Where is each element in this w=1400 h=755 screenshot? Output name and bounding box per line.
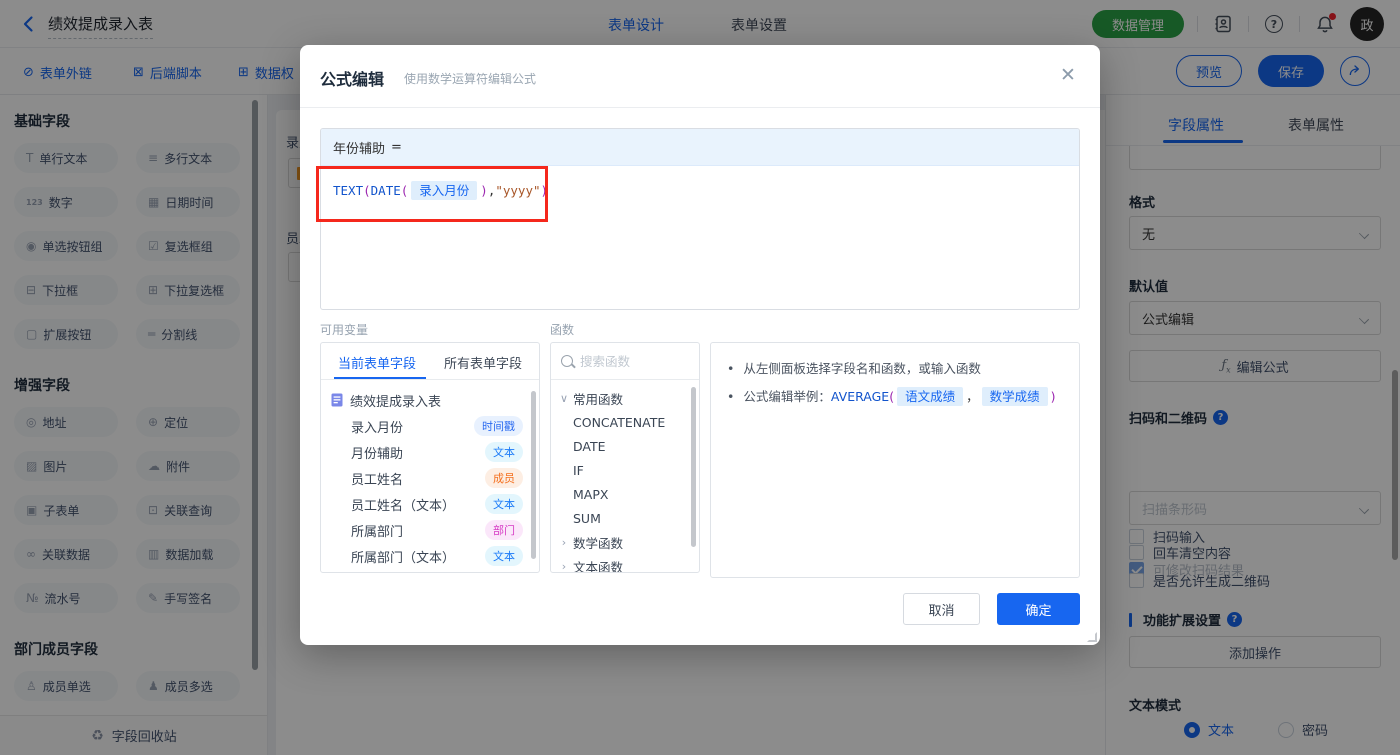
functions-scrollbar[interactable] (691, 387, 696, 547)
function-item[interactable]: IF (551, 458, 699, 482)
functions-label: 函数 (550, 321, 574, 338)
fn-text: TEXT (333, 183, 363, 198)
function-group-math[interactable]: ›数学函数 (551, 530, 699, 554)
tree-root-form[interactable]: 绩效提成录入表 (321, 387, 539, 413)
modal-subtitle: 使用数学运算符编辑公式 (404, 70, 536, 87)
paren: ) (541, 183, 549, 198)
formula-editor[interactable]: 年份辅助 = TEXT(DATE(录入月份),"yyyy") (320, 128, 1080, 310)
function-search-input[interactable] (580, 354, 680, 369)
field-chip: 数学成绩 (982, 387, 1048, 406)
variables-label: 可用变量 (320, 321, 368, 338)
tips-panel: •从左侧面板选择字段名和函数，或输入函数 •公式编辑举例：AVERAGE(语文成… (710, 342, 1080, 578)
modal-header: 公式编辑 使用数学运算符编辑公式 ✕ (300, 45, 1100, 108)
type-badge: 成员 (485, 468, 523, 488)
type-badge: 部门 (485, 520, 523, 540)
equals-sign: = (391, 140, 402, 155)
formula-expression[interactable]: TEXT(DATE(录入月份),"yyyy") (321, 166, 1079, 213)
paren: ) (1051, 389, 1056, 404)
variables-tabs: 当前表单字段 所有表单字段 (321, 343, 539, 380)
chevron-expanded-icon: ∨ (557, 392, 571, 405)
chevron-collapsed-icon: › (557, 560, 571, 573)
string-literal: "yyyy" (495, 183, 540, 198)
function-search (551, 343, 699, 380)
function-item[interactable]: MAPX (551, 482, 699, 506)
active-tab-underline (334, 377, 426, 379)
confirm-button[interactable]: 确定 (997, 593, 1080, 625)
type-badge: 文本 (485, 546, 523, 566)
tip-line-2: •公式编辑举例：AVERAGE(语文成绩，数学成绩) (727, 388, 1063, 406)
modal-title: 公式编辑 (320, 66, 384, 90)
tab-current-form-fields[interactable]: 当前表单字段 (338, 353, 416, 372)
function-item[interactable]: CONCATENATE (551, 410, 699, 434)
field-chip: 语文成绩 (897, 387, 963, 406)
search-icon (561, 355, 573, 367)
tab-all-form-fields[interactable]: 所有表单字段 (444, 353, 522, 372)
type-badge: 文本 (485, 494, 523, 514)
variable-row[interactable]: 员工姓名（文本）文本 (321, 491, 539, 517)
bullet-icon: • (727, 388, 734, 406)
variables-tree: 绩效提成录入表 录入月份时间戳 月份辅助文本 员工姓名成员 员工姓名（文本）文本… (321, 380, 539, 569)
resize-handle-icon[interactable] (1087, 632, 1097, 642)
function-list: ∨常用函数 CONCATENATE DATE IF MAPX SUM ›数学函数… (551, 380, 699, 573)
paren: ( (363, 183, 371, 198)
variables-panel: 当前表单字段 所有表单字段 绩效提成录入表 录入月份时间戳 月份辅助文本 员工姓… (320, 342, 540, 573)
variable-row[interactable]: 月份辅助文本 (321, 439, 539, 465)
paren: ( (889, 389, 894, 404)
formula-edit-modal: 公式编辑 使用数学运算符编辑公式 ✕ 年份辅助 = TEXT(DATE(录入月份… (300, 45, 1100, 645)
variables-scrollbar[interactable] (531, 391, 536, 559)
function-item[interactable]: SUM (551, 506, 699, 530)
variable-row[interactable]: 所属部门部门 (321, 517, 539, 543)
fn-date: DATE (371, 183, 401, 198)
comma: ， (966, 389, 979, 404)
document-icon (331, 393, 343, 407)
target-field-name: 年份辅助 (333, 138, 385, 157)
paren: ) (480, 183, 488, 198)
function-item[interactable]: DATE (551, 434, 699, 458)
bullet-icon: • (727, 360, 734, 378)
paren: ( (401, 183, 409, 198)
variable-row[interactable]: 员工姓名成员 (321, 465, 539, 491)
type-badge: 时间戳 (474, 416, 523, 436)
cancel-button[interactable]: 取消 (903, 593, 980, 625)
type-badge: 文本 (485, 442, 523, 462)
close-icon[interactable]: ✕ (1056, 63, 1080, 87)
function-group-text[interactable]: ›文本函数 (551, 554, 699, 573)
app-root: 绩效提成录入表 表单设计 表单设置 数据管理 ? 政 ⊘表单外链 ⊠后端脚本 ⊞… (0, 0, 1400, 755)
variable-row[interactable]: 所属部门（文本）文本 (321, 543, 539, 569)
formula-target-bar: 年份辅助 = (321, 129, 1079, 166)
field-chip[interactable]: 录入月份 (411, 181, 477, 200)
function-group-common[interactable]: ∨常用函数 (551, 386, 699, 410)
variable-row[interactable]: 录入月份时间戳 (321, 413, 539, 439)
chevron-collapsed-icon: › (557, 536, 571, 549)
fn-average: AVERAGE (831, 389, 889, 404)
tip-line-1: •从左侧面板选择字段名和函数，或输入函数 (727, 360, 1063, 378)
functions-panel: ∨常用函数 CONCATENATE DATE IF MAPX SUM ›数学函数… (550, 342, 700, 573)
